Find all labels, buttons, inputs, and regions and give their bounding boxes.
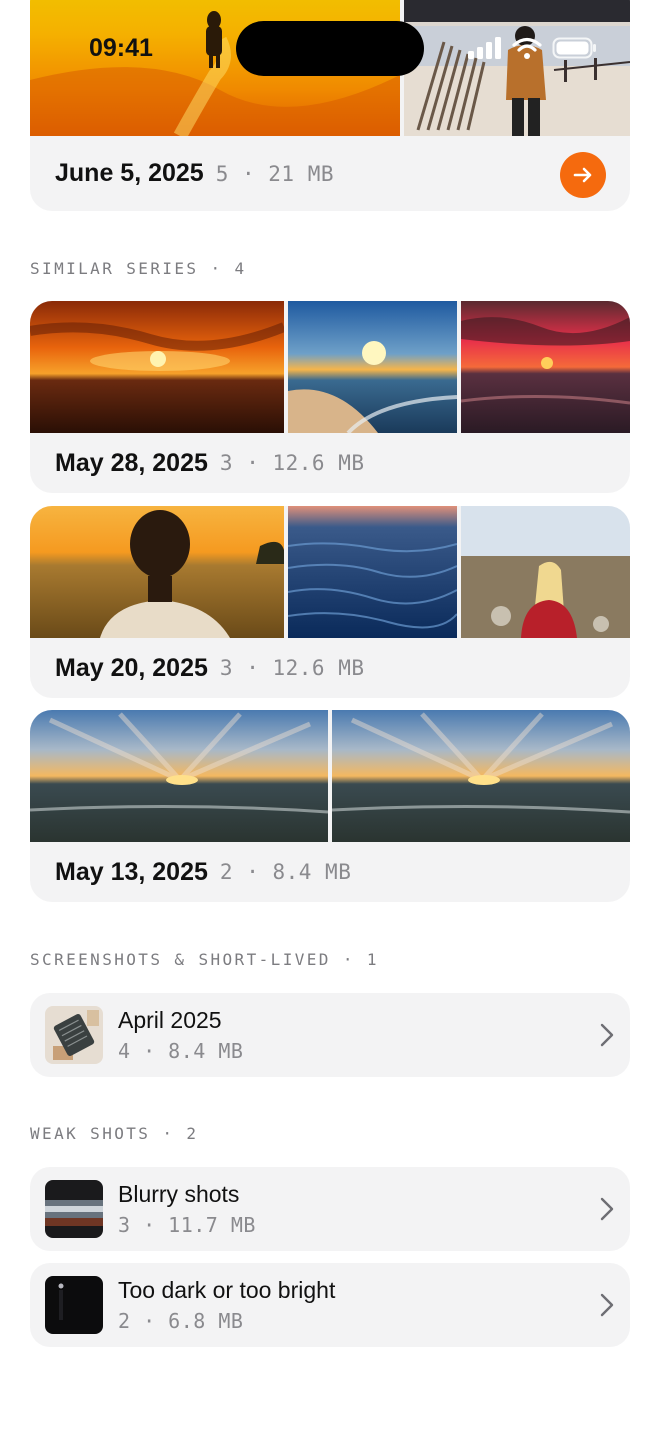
section-similar-series-label: SIMILAR SERIES · 4 xyxy=(30,259,247,278)
photo-thumbnail[interactable] xyxy=(404,0,630,136)
album-thumbnail xyxy=(45,1276,103,1334)
list-item-meta: 2 · 6.8 MB xyxy=(118,1309,244,1333)
album-thumbnail xyxy=(45,1006,103,1064)
photo-thumbnail[interactable] xyxy=(461,301,630,433)
group-footer: May 13, 2025 2 · 8.4 MB xyxy=(55,842,351,902)
list-item-blurry-shots[interactable]: Blurry shots 3 · 11.7 MB xyxy=(30,1167,630,1251)
group-meta: 5 · 21 MB xyxy=(215,161,335,186)
photo-thumbnail[interactable] xyxy=(288,506,457,638)
battery-icon xyxy=(552,37,596,59)
photo-thumbnail[interactable] xyxy=(461,506,630,638)
list-item-too-dark-or-too-bright[interactable]: Too dark or too bright 2 · 6.8 MB xyxy=(30,1263,630,1347)
wifi-icon xyxy=(512,37,542,59)
photo-thumbnail[interactable] xyxy=(30,301,284,433)
dynamic-island xyxy=(236,21,424,76)
group-date: May 13, 2025 xyxy=(55,857,208,886)
list-item-april-2025[interactable]: April 2025 4 · 8.4 MB xyxy=(30,993,630,1077)
photo-strip xyxy=(30,301,630,433)
chevron-right-icon xyxy=(600,1197,614,1221)
list-item-title: April 2025 xyxy=(118,1007,222,1033)
group-meta: 2 · 8.4 MB xyxy=(219,860,352,884)
photo-thumbnail[interactable] xyxy=(332,710,630,842)
group-footer: May 20, 2025 3 · 12.6 MB xyxy=(55,638,364,698)
group-date: May 28, 2025 xyxy=(55,448,208,477)
similar-series-group[interactable]: May 28, 2025 3 · 12.6 MB xyxy=(30,301,630,493)
photo-thumbnail[interactable] xyxy=(30,506,284,638)
group-date: June 5, 2025 xyxy=(55,159,204,187)
arrow-right-icon xyxy=(573,167,592,183)
photo-strip xyxy=(30,506,630,638)
list-item-meta: 4 · 8.4 MB xyxy=(118,1039,244,1063)
chevron-right-icon xyxy=(600,1293,614,1317)
group-meta: 3 · 12.6 MB xyxy=(219,451,365,475)
similar-series-group[interactable]: May 13, 2025 2 · 8.4 MB xyxy=(30,710,630,902)
section-screenshots-label: SCREENSHOTS & SHORT-LIVED · 1 xyxy=(30,950,379,969)
list-item-meta: 3 · 11.7 MB xyxy=(118,1213,256,1237)
cellular-signal-icon xyxy=(468,37,501,59)
list-item-title: Too dark or too bright xyxy=(118,1277,336,1303)
group-footer: June 5, 2025 5 · 21 MB xyxy=(55,136,334,211)
open-group-button[interactable] xyxy=(560,152,606,198)
photo-strip xyxy=(30,710,630,842)
photo-thumbnail[interactable] xyxy=(288,301,457,433)
photo-thumbnail[interactable] xyxy=(30,710,328,842)
chevron-right-icon xyxy=(600,1023,614,1047)
list-item-title: Blurry shots xyxy=(118,1181,240,1207)
group-meta: 3 · 12.6 MB xyxy=(219,656,365,680)
album-thumbnail xyxy=(45,1180,103,1238)
section-weak-shots-label: WEAK SHOTS · 2 xyxy=(30,1124,199,1143)
status-icons xyxy=(468,37,598,59)
group-footer: May 28, 2025 3 · 12.6 MB xyxy=(55,433,364,493)
status-time: 09:41 xyxy=(89,34,153,62)
group-date: May 20, 2025 xyxy=(55,653,208,682)
similar-series-group[interactable]: May 20, 2025 3 · 12.6 MB xyxy=(30,506,630,698)
